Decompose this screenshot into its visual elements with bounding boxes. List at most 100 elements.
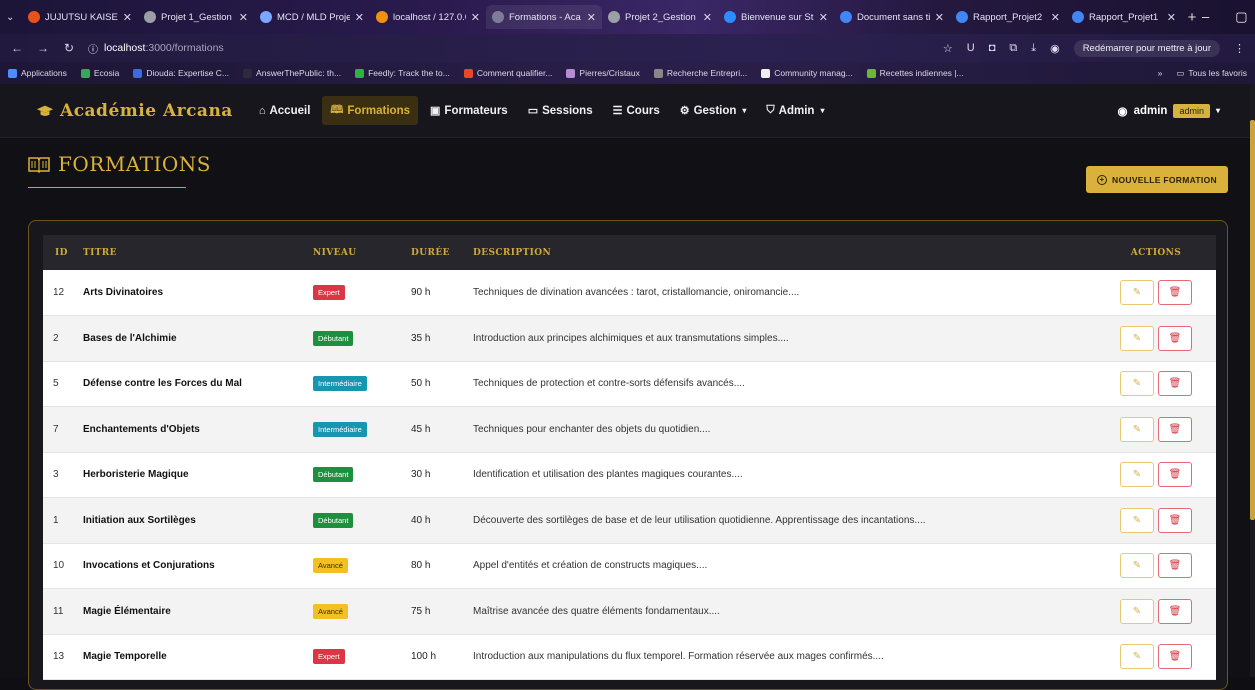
maximize-icon[interactable]: ▢ bbox=[1235, 9, 1247, 25]
url-path: :3000/formations bbox=[145, 42, 224, 54]
bookmark-item[interactable]: Feedly: Track the to... bbox=[355, 68, 450, 78]
cell-id: 10 bbox=[53, 560, 65, 572]
browser-tab[interactable]: JUJUTSU KAISEN ✕ bbox=[22, 5, 138, 29]
nav-item-label: Gestion bbox=[693, 104, 737, 117]
tab-search-icon[interactable]: ⌄ bbox=[6, 12, 22, 23]
close-tab-icon[interactable]: ✕ bbox=[587, 11, 596, 24]
bookmark-item[interactable]: Ecosia bbox=[80, 68, 119, 78]
edit-button[interactable]: ✎ bbox=[1120, 507, 1154, 533]
nav-item-cours[interactable]: ☰ Cours bbox=[605, 99, 668, 122]
nav-item-gestion[interactable]: ⚙ Gestion ▾ bbox=[672, 99, 755, 122]
close-tab-icon[interactable]: ✕ bbox=[123, 11, 132, 24]
bookmark-item[interactable]: Pierres/Cristaux bbox=[566, 68, 640, 78]
more-bookmarks-icon[interactable]: » bbox=[1158, 68, 1163, 78]
bookmark-item[interactable]: Recettes indiennes |... bbox=[866, 68, 964, 78]
edit-button[interactable]: ✎ bbox=[1120, 371, 1154, 397]
browser-tab[interactable]: Projet 2_Gestion ✕ bbox=[602, 5, 718, 29]
edit-button[interactable]: ✎ bbox=[1120, 416, 1154, 442]
star-icon[interactable]: ☆ bbox=[943, 42, 953, 55]
bookmark-favicon-icon bbox=[80, 68, 90, 78]
reload-icon[interactable]: ↻ bbox=[62, 41, 76, 55]
close-tab-icon[interactable]: ✕ bbox=[703, 11, 712, 24]
download-icon[interactable]: ⤓ bbox=[1031, 42, 1036, 55]
delete-button[interactable]: 🗑 bbox=[1158, 416, 1192, 442]
nav-item-label: Formateurs bbox=[444, 104, 508, 117]
close-tab-icon[interactable]: ✕ bbox=[1051, 11, 1060, 24]
browser-tab[interactable]: Formations - Aca ✕ bbox=[486, 5, 602, 29]
browser-tab[interactable]: Document sans ti ✕ bbox=[834, 5, 950, 29]
restart-update-button[interactable]: Redémarrer pour mettre à jour bbox=[1073, 39, 1220, 57]
minimize-icon[interactable]: – bbox=[1202, 9, 1209, 25]
url-field[interactable]: ⓘ localhost:3000/formations bbox=[88, 38, 931, 58]
extension-icon[interactable]: ◘ bbox=[989, 42, 996, 54]
bookmark-item[interactable]: Diouda: Expertise C... bbox=[133, 68, 229, 78]
close-tab-icon[interactable]: ✕ bbox=[1167, 11, 1176, 24]
edit-button[interactable]: ✎ bbox=[1120, 462, 1154, 488]
puzzle-icon[interactable]: ⧉ bbox=[1009, 42, 1017, 55]
close-tab-icon[interactable]: ✕ bbox=[935, 11, 944, 24]
cell-duration: 100 h bbox=[411, 651, 437, 663]
level-badge: Débutant bbox=[313, 512, 354, 528]
browser-tab[interactable]: Rapport_Projet1 ✕ bbox=[1066, 5, 1182, 29]
bookmark-item[interactable]: Comment qualifier... bbox=[463, 68, 552, 78]
all-bookmarks-folder[interactable]: ▭ Tous les favoris bbox=[1176, 68, 1247, 79]
level-badge: Intermédiaire bbox=[313, 421, 367, 437]
cell-id: 13 bbox=[53, 651, 65, 663]
brand-logo[interactable]: Académie Arcana bbox=[36, 101, 233, 121]
browser-tab[interactable]: MCD / MLD Proje ✕ bbox=[254, 5, 370, 29]
delete-button[interactable]: 🗑 bbox=[1158, 462, 1192, 488]
close-tab-icon[interactable]: ✕ bbox=[471, 11, 480, 24]
bookmark-item[interactable]: Recherche Entrepri... bbox=[653, 68, 747, 78]
delete-button[interactable]: 🗑 bbox=[1158, 644, 1192, 670]
header-description[interactable]: DESCRIPTION bbox=[473, 235, 1096, 270]
back-icon[interactable]: ← bbox=[10, 41, 24, 55]
forward-icon[interactable]: → bbox=[36, 41, 50, 55]
header-level[interactable]: NIVEAU bbox=[313, 235, 411, 270]
nav-item-accueil[interactable]: ⌂ Accueil bbox=[251, 100, 319, 122]
extension-icon[interactable]: U bbox=[967, 42, 975, 54]
new-tab-button[interactable]: + bbox=[1182, 9, 1202, 26]
bookmark-item[interactable]: Applications bbox=[8, 68, 67, 78]
bookmark-label: Diouda: Expertise C... bbox=[146, 68, 230, 78]
cell-id: 3 bbox=[53, 469, 59, 481]
nav-item-sessions[interactable]: ▭ Sessions bbox=[520, 99, 601, 122]
header-duration[interactable]: DURÉE bbox=[411, 235, 473, 270]
delete-button[interactable]: 🗑 bbox=[1158, 371, 1192, 397]
header-title[interactable]: TITRE bbox=[83, 235, 313, 270]
nav-item-formateurs[interactable]: ▣ Formateurs bbox=[422, 99, 516, 122]
close-tab-icon[interactable]: ✕ bbox=[355, 11, 364, 24]
delete-button[interactable]: 🗑 bbox=[1158, 325, 1192, 351]
role-badge: admin bbox=[1173, 103, 1210, 118]
bookmark-item[interactable]: Community manag... bbox=[761, 68, 853, 78]
tab-favicon-icon bbox=[956, 11, 968, 23]
browser-tab[interactable]: localhost / 127.0.0 ✕ bbox=[370, 5, 486, 29]
nav-item-admin[interactable]: ⛉ Admin ▾ bbox=[758, 99, 832, 122]
browser-tab[interactable]: Projet 1_Gestion ✕ bbox=[138, 5, 254, 29]
cell-description: Techniques pour enchanter des objets du … bbox=[473, 423, 711, 435]
delete-button[interactable]: 🗑 bbox=[1158, 280, 1192, 305]
cell-title: Herboristerie Magique bbox=[83, 469, 189, 481]
delete-button[interactable]: 🗑 bbox=[1158, 553, 1192, 579]
edit-button[interactable]: ✎ bbox=[1120, 553, 1154, 579]
cell-id: 2 bbox=[53, 332, 59, 344]
profile-icon[interactable]: ◉ bbox=[1050, 42, 1060, 55]
trash-icon: 🗑 bbox=[1168, 605, 1182, 617]
browser-tab[interactable]: Rapport_Projet2 ✕ bbox=[950, 5, 1066, 29]
delete-button[interactable]: 🗑 bbox=[1158, 507, 1192, 533]
bookmark-item[interactable]: AnswerThePublic: th... bbox=[243, 68, 341, 78]
header-id[interactable]: ID bbox=[43, 235, 83, 270]
delete-button[interactable]: 🗑 bbox=[1158, 598, 1192, 624]
site-info-icon[interactable]: ⓘ bbox=[88, 41, 98, 56]
close-tab-icon[interactable]: ✕ bbox=[819, 11, 828, 24]
edit-button[interactable]: ✎ bbox=[1120, 644, 1154, 670]
close-tab-icon[interactable]: ✕ bbox=[239, 11, 248, 24]
edit-button[interactable]: ✎ bbox=[1120, 280, 1154, 305]
browser-tab[interactable]: Bienvenue sur Stu ✕ bbox=[718, 5, 834, 29]
menu-kebab-icon[interactable]: ⋮ bbox=[1234, 42, 1245, 55]
user-menu[interactable]: ◉ admin admin ▾ bbox=[1118, 103, 1220, 118]
edit-button[interactable]: ✎ bbox=[1120, 325, 1154, 351]
new-formation-button[interactable]: + NOUVELLE FORMATION bbox=[1086, 166, 1228, 193]
edit-button[interactable]: ✎ bbox=[1120, 598, 1154, 624]
nav-item-formations[interactable]: 🕮 Formations bbox=[322, 96, 419, 125]
scrollbar-thumb[interactable] bbox=[1250, 120, 1255, 520]
